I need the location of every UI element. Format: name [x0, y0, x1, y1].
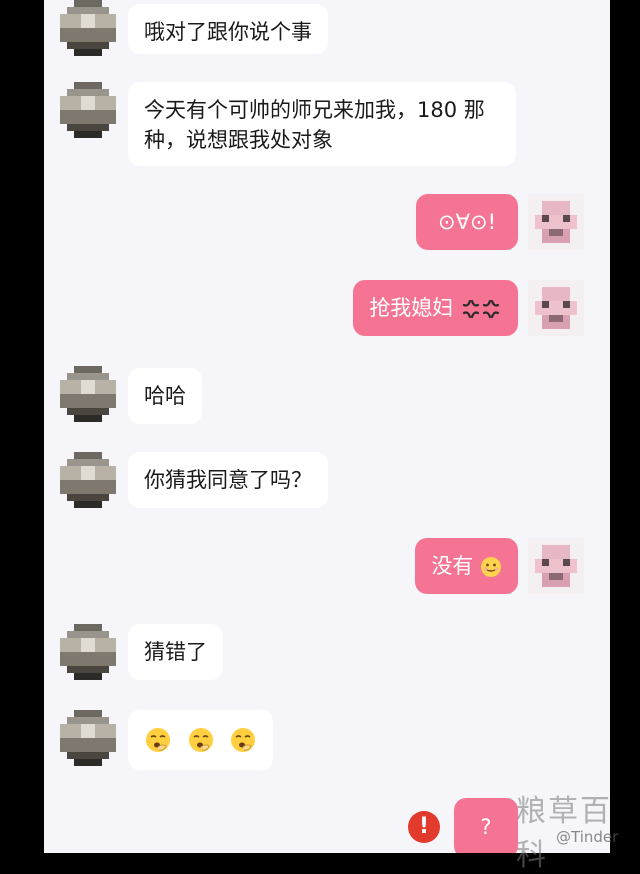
- smile-emoji-icon: [481, 557, 501, 577]
- message-text: 没有: [431, 554, 474, 578]
- message-text: 哦对了跟你说个事: [144, 20, 312, 44]
- contact-avatar[interactable]: [60, 0, 116, 56]
- contact-avatar[interactable]: [60, 710, 116, 766]
- anger-symbol-icon: [462, 299, 500, 319]
- message-text: 今天有个可帅的师兄来加我，180 那种，说想跟我处对象: [144, 98, 485, 152]
- message-bubble-incoming[interactable]: 猜错了: [128, 624, 223, 680]
- chat-screen: 哦对了跟你说个事 今天有个可帅的师兄来加我，180 那种，说想跟我处对象 ⊙∀⊙…: [44, 0, 610, 853]
- my-avatar[interactable]: [528, 538, 584, 594]
- message-text: 哈哈: [144, 384, 186, 408]
- message-text: ⊙∀⊙!: [438, 210, 496, 234]
- yawn-emoji-icon: [188, 728, 213, 752]
- yawn-emoji-icon: [231, 728, 256, 752]
- message-text: 猜错了: [144, 640, 207, 664]
- message-bubble-incoming[interactable]: [128, 710, 274, 770]
- message-bubble-incoming[interactable]: 哈哈: [128, 368, 202, 424]
- message-bubble-incoming[interactable]: 哦对了跟你说个事: [128, 4, 328, 54]
- message-bubble-outgoing[interactable]: 抢我媳妇: [353, 280, 518, 336]
- message-bubble-outgoing[interactable]: ⊙∀⊙!: [416, 194, 518, 250]
- message-bubble-outgoing[interactable]: 没有: [415, 538, 518, 594]
- contact-avatar[interactable]: [60, 624, 116, 680]
- yawn-emoji-icon: [146, 728, 170, 752]
- watermark-credit: @Tinder: [556, 828, 619, 846]
- message-text: 抢我媳妇: [369, 296, 454, 320]
- send-failed-icon[interactable]: !: [408, 811, 440, 843]
- message-bubble-outgoing[interactable]: ?: [454, 798, 518, 853]
- my-avatar[interactable]: [528, 194, 584, 250]
- message-text: 你猜我同意了吗？: [144, 468, 312, 492]
- my-avatar[interactable]: [528, 280, 584, 336]
- message-bubble-incoming[interactable]: 今天有个可帅的师兄来加我，180 那种，说想跟我处对象: [128, 82, 516, 166]
- message-text: ?: [480, 815, 492, 839]
- contact-avatar[interactable]: [60, 82, 116, 138]
- contact-avatar[interactable]: [60, 452, 116, 508]
- message-bubble-incoming[interactable]: 你猜我同意了吗？: [128, 452, 328, 508]
- contact-avatar[interactable]: [60, 366, 116, 422]
